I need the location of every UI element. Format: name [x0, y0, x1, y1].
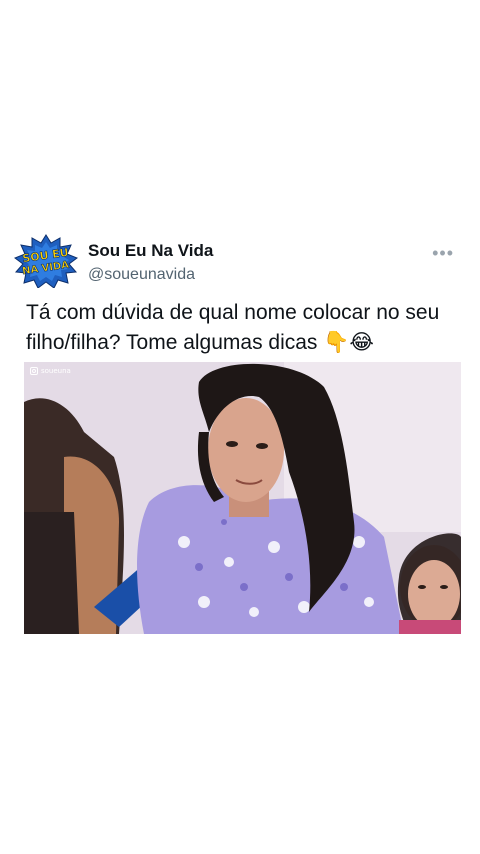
watermark-text: soueuna — [41, 367, 71, 375]
tweet-text: Tá com dúvida de qual nome colocar no se… — [26, 301, 440, 354]
tweet-media-video[interactable] — [24, 362, 461, 634]
more-options-icon[interactable]: ••• — [432, 244, 454, 262]
author-display-name[interactable]: Sou Eu Na Vida — [88, 240, 213, 262]
tweet-header: SOU EU NA VIDA Sou Eu Na Vida @soueunavi… — [14, 232, 466, 292]
video-watermark: soueuna — [30, 367, 71, 375]
instagram-icon — [30, 367, 38, 375]
author-names: Sou Eu Na Vida @soueunavida — [88, 240, 213, 286]
author-handle[interactable]: @soueunavida — [88, 264, 213, 286]
avatar[interactable]: SOU EU NA VIDA — [14, 234, 78, 288]
